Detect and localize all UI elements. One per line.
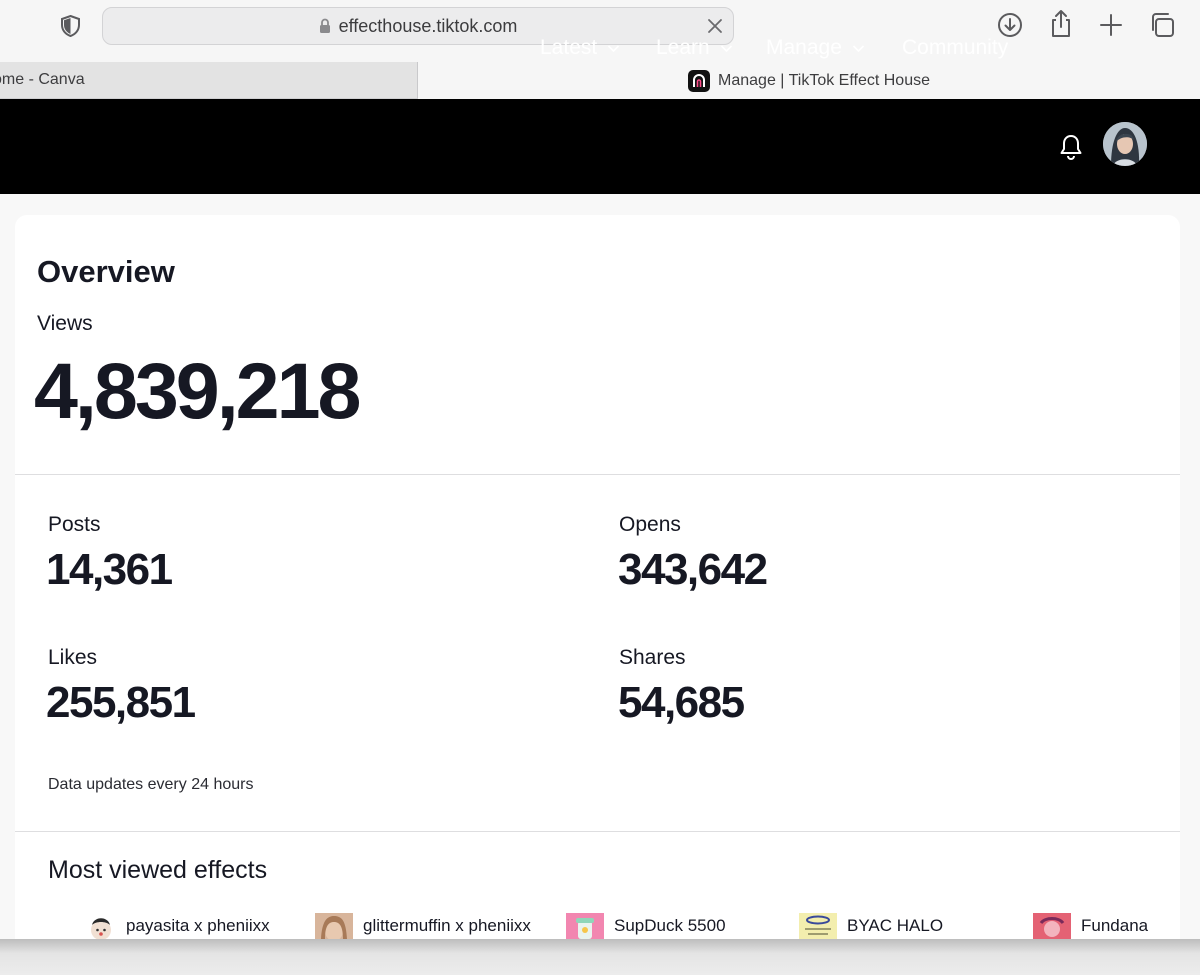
views-value: 4,839,218: [34, 346, 361, 435]
effect-name: Fundana: [1081, 916, 1149, 935]
effect-thumbnail-image: [799, 913, 837, 939]
chevron-down-icon: [608, 44, 620, 52]
effect-item[interactable]: payasita x pheniixx: [86, 913, 270, 939]
window-bottom-shadow: [0, 939, 1200, 975]
tab-title: ome - Canva: [0, 71, 85, 88]
url-text: effecthouse.tiktok.com: [338, 15, 518, 36]
nav-latest[interactable]: Latest: [540, 34, 620, 62]
likes-label: Likes: [48, 646, 98, 669]
shares-label: Shares: [619, 646, 686, 669]
effect-house-logo-icon: [693, 73, 706, 87]
page-title: Overview: [37, 254, 175, 289]
effect-item[interactable]: Fundana: [1033, 913, 1148, 939]
nav-learn[interactable]: Learn: [656, 34, 733, 62]
effect-item[interactable]: SupDuck 5500: [566, 913, 726, 939]
shares-value: 54,685: [618, 678, 745, 727]
most-viewed-title: Most viewed effects: [48, 856, 268, 884]
opens-label: Opens: [619, 513, 681, 536]
nav-manage-label: Manage: [766, 36, 842, 59]
effect-item[interactable]: BYAC HALO: [799, 913, 943, 939]
tab-overview-icon[interactable]: [1148, 10, 1176, 40]
opens-value: 343,642: [618, 545, 768, 594]
effect-thumbnail: [1033, 913, 1071, 939]
effect-thumbnail-image: [315, 913, 353, 939]
effect-name: glittermuffin x pheniixx: [363, 916, 531, 935]
posts-label: Posts: [48, 513, 101, 536]
posts-value: 14,361: [46, 545, 173, 594]
tab-title: Manage | TikTok Effect House: [718, 71, 930, 89]
nav-learn-label: Learn: [656, 36, 710, 59]
effect-thumbnail-image: [1033, 913, 1071, 939]
nav-community-label: Community: [902, 36, 1009, 59]
tab-effect-house[interactable]: Manage | TikTok Effect House: [418, 62, 1200, 99]
nav-community[interactable]: Community: [902, 34, 1008, 62]
effect-thumbnail: [799, 913, 837, 939]
close-icon[interactable]: [705, 16, 725, 36]
share-icon[interactable]: [1047, 8, 1075, 38]
chevron-down-icon: [720, 44, 732, 52]
chevron-down-icon: [852, 44, 865, 52]
effect-thumbnail: [566, 913, 604, 939]
avatar-image: [1103, 122, 1147, 166]
nav-latest-label: Latest: [540, 36, 598, 59]
shield-icon[interactable]: [60, 15, 81, 37]
tab-canva[interactable]: ome - Canva: [0, 62, 418, 99]
effect-house-favicon: [688, 69, 711, 92]
effect-name: payasita x pheniixx: [126, 916, 270, 935]
effect-thumbnail-image: [91, 918, 111, 939]
tab-strip: ome - Canva Manage | TikTok Effect House: [0, 62, 1200, 99]
divider: [15, 831, 1180, 832]
effect-thumbnail: [86, 913, 116, 939]
nav-manage[interactable]: Manage: [766, 34, 865, 62]
bell-icon[interactable]: [1059, 133, 1083, 161]
lock-icon: [319, 18, 330, 33]
views-label: Views: [37, 312, 93, 335]
effect-thumbnail: [315, 913, 353, 939]
address-bar[interactable]: effecthouse.tiktok.com: [102, 7, 734, 45]
divider: [15, 474, 1180, 475]
site-nav: [0, 99, 1200, 194]
likes-value: 255,851: [46, 678, 196, 727]
effect-name: BYAC HALO: [847, 916, 944, 935]
effect-name: SupDuck 5500: [614, 916, 726, 935]
new-tab-icon[interactable]: [1097, 10, 1125, 40]
effect-item[interactable]: glittermuffin x pheniixx: [315, 913, 531, 939]
avatar[interactable]: [1103, 122, 1147, 166]
data-update-note: Data updates every 24 hours: [48, 776, 254, 793]
effect-thumbnail-image: [566, 913, 604, 939]
